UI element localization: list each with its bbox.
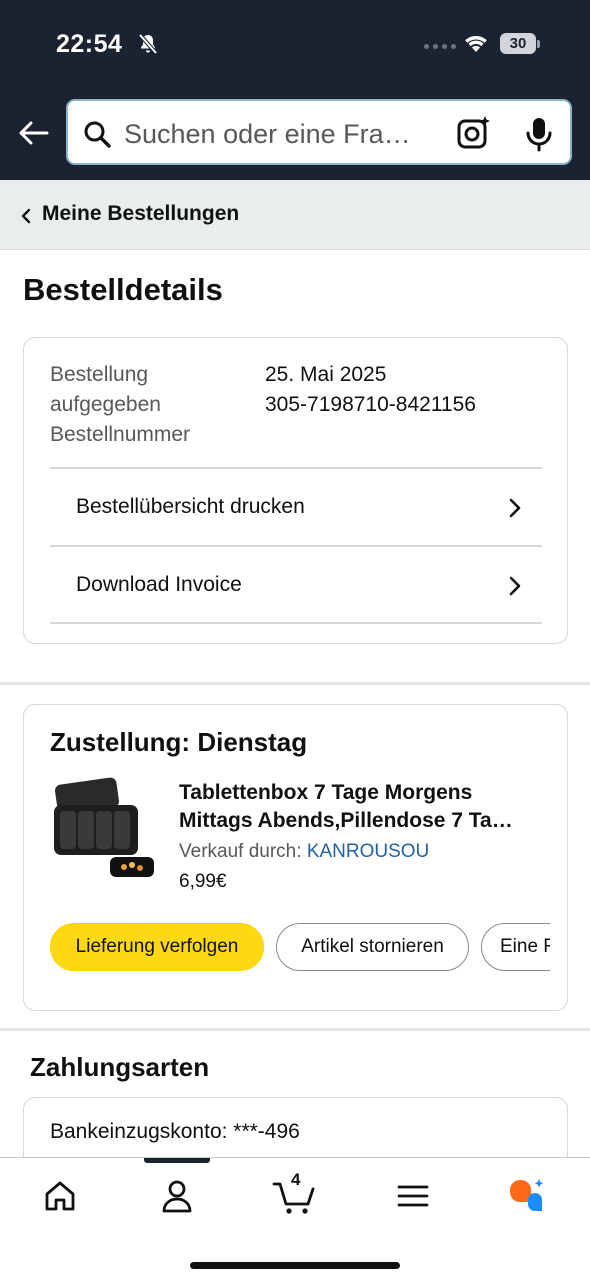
back-arrow-icon[interactable]	[16, 116, 50, 150]
microphone-icon[interactable]	[524, 116, 554, 152]
download-invoice-link[interactable]: Download Invoice	[50, 545, 542, 623]
action-button-row: Lieferung verfolgen Artikel stornieren E…	[50, 923, 550, 973]
print-summary-link[interactable]: Bestellübersicht drucken	[50, 467, 542, 545]
label-bestellnummer: Bestellnummer	[50, 423, 191, 446]
order-info-labels: Bestellung aufgegeben Bestellnummer	[50, 360, 250, 450]
section-divider	[0, 1028, 590, 1031]
search-icon	[84, 121, 111, 148]
battery-level: 30	[500, 33, 536, 54]
product-title[interactable]: Tablettenbox 7 Tage Morgens Mittags Aben…	[179, 779, 549, 835]
product-image[interactable]	[50, 777, 160, 887]
product-price: 6,99€	[179, 871, 227, 892]
cart-button[interactable]: 4	[272, 1170, 318, 1216]
delivery-title: Zustellung: Dienstag	[50, 727, 308, 757]
rufus-assistant-icon[interactable]	[506, 1176, 546, 1216]
chevron-right-icon	[509, 576, 521, 596]
order-info-values: 25. Mai 2025 305-7198710-8421156	[265, 360, 476, 420]
home-icon[interactable]	[40, 1176, 80, 1216]
page-title: Bestelldetails	[23, 272, 223, 307]
search-input[interactable]: Suchen oder eine Fra…	[124, 119, 411, 150]
home-indicator	[190, 1262, 400, 1269]
account-icon[interactable]	[157, 1176, 197, 1216]
section-divider	[0, 682, 590, 685]
search-bar[interactable]: Suchen oder eine Fra…	[66, 99, 572, 165]
signal-dots-icon	[424, 44, 456, 49]
bell-muted-icon	[138, 33, 158, 55]
active-tab-indicator	[144, 1158, 210, 1163]
chevron-right-icon	[509, 498, 521, 518]
battery-indicator: 30	[500, 33, 540, 55]
order-date: 25. Mai 2025	[265, 363, 387, 386]
chevron-left-icon	[21, 208, 31, 224]
status-time: 22:54	[56, 30, 123, 58]
app-header: 22:54 30 Suchen oder eine Fra…	[0, 0, 590, 180]
product-title-line1[interactable]: Tablettenbox 7 Tage Morgens	[179, 779, 549, 807]
label-aufgegeben: aufgegeben	[50, 393, 161, 416]
track-delivery-button[interactable]: Lieferung verfolgen	[50, 923, 264, 971]
seller-prefix: Verkauf durch:	[179, 841, 302, 862]
breadcrumb[interactable]: Meine Bestellungen	[0, 180, 590, 250]
download-invoice-label: Download Invoice	[76, 573, 242, 596]
more-action-button[interactable]: Eine F	[481, 923, 550, 971]
order-number: 305-7198710-8421156	[265, 393, 476, 416]
camera-lens-icon[interactable]	[456, 115, 492, 151]
cancel-item-button[interactable]: Artikel stornieren	[276, 923, 469, 971]
payment-method: Bankeinzugskonto: ***-496	[50, 1120, 300, 1143]
payment-section-title: Zahlungsarten	[30, 1052, 210, 1082]
print-summary-label: Bestellübersicht drucken	[76, 495, 305, 518]
menu-icon[interactable]	[393, 1176, 433, 1216]
seller-link[interactable]: KANROUSOU	[307, 841, 429, 862]
delivery-card: Zustellung: Dienstag Tablettenbox 7 Tage…	[23, 704, 568, 1011]
cart-count-badge: 4	[291, 1170, 301, 1189]
order-info-card: Bestellung aufgegeben Bestellnummer 25. …	[23, 337, 568, 644]
seller-info: Verkauf durch: KANROUSOU	[179, 841, 429, 863]
label-bestellung: Bestellung	[50, 363, 149, 386]
product-title-line2[interactable]: Mittags Abends,Pillendose 7 Ta…	[179, 807, 549, 835]
breadcrumb-link[interactable]: Meine Bestellungen	[42, 202, 239, 226]
divider	[50, 622, 542, 624]
wifi-icon	[465, 35, 487, 52]
